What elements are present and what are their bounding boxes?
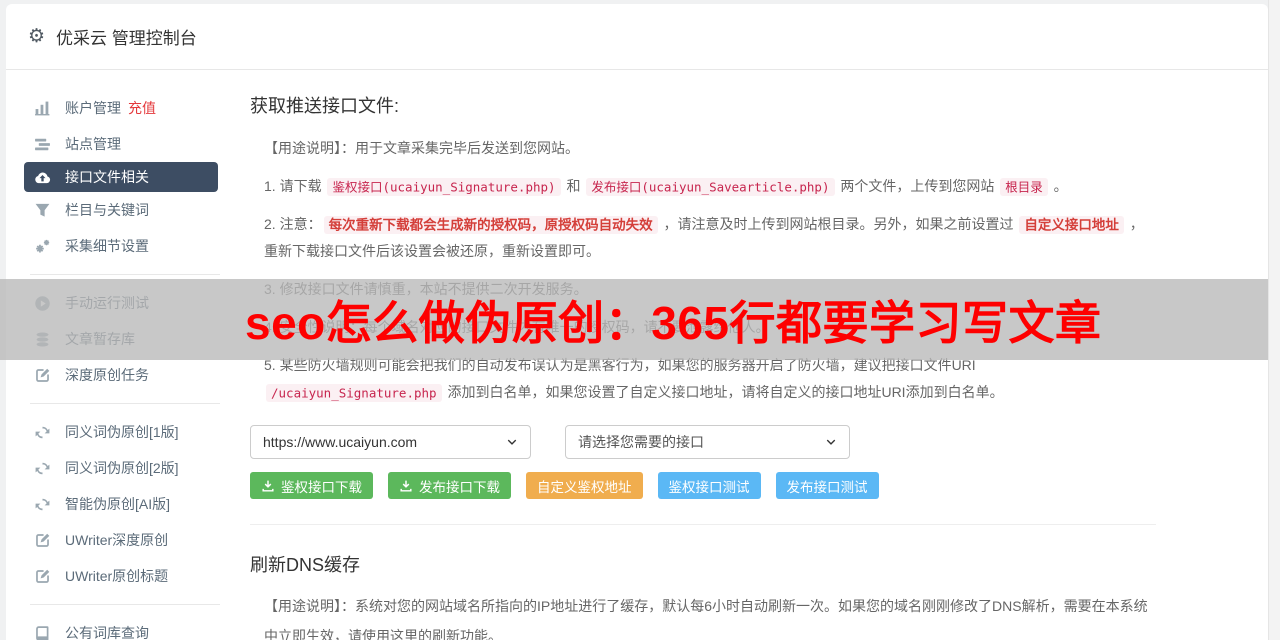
- custom-auth-address-button[interactable]: 自定义鉴权地址: [526, 472, 643, 499]
- book-icon: [34, 625, 51, 640]
- app-title: 优采云 管理控制台: [56, 29, 197, 48]
- auth-interface-download-button[interactable]: 鉴权接口下载: [250, 472, 373, 499]
- sidebar-item-label: 深度原创任务: [65, 367, 149, 383]
- button-label: 鉴权接口测试: [668, 479, 750, 495]
- step-1: 1. 请下载 鉴权接口(ucaiyun_Signature.php) 和 发布接…: [264, 177, 1068, 196]
- sidebar-item-账户管理[interactable]: 账户管理 充值: [6, 90, 246, 126]
- sidebar-item-label: 栏目与关键词: [65, 202, 149, 218]
- sidebar-item-栏目与关键词[interactable]: 栏目与关键词: [6, 192, 246, 228]
- chevron-down-icon: [506, 436, 518, 448]
- sidebar-item-同义词伪原创[2版][interactable]: 同义词伪原创[2版]: [6, 450, 246, 486]
- download-icon: [399, 479, 413, 493]
- edit-icon: [34, 532, 51, 549]
- step-5: 5. 某些防火墙规则可能会把我们的自动发布误认为是黑客行为，如果您的服务器开启了…: [264, 357, 1004, 402]
- sidebar-item-label: 同义词伪原创[2版]: [65, 460, 179, 476]
- sidebar-divider: [30, 403, 220, 404]
- publish-interface-test-button[interactable]: 发布接口测试: [775, 472, 879, 499]
- sidebar-item-接口文件相关[interactable]: 接口文件相关: [24, 162, 218, 192]
- refresh-icon: [34, 496, 51, 513]
- sidebar-item-label: 账户管理: [65, 100, 121, 116]
- cloud-upload-icon: [34, 169, 51, 186]
- interface-select-placeholder: 请选择您需要的接口: [578, 434, 704, 450]
- sidebar-divider: [30, 274, 220, 275]
- button-label: 发布接口测试: [786, 479, 868, 495]
- sidebar-item-UWriter深度原创[interactable]: UWriter深度原创: [6, 522, 246, 558]
- promo-banner-overlay: seo怎么做伪原创：365行都要学习写文章: [0, 279, 1268, 360]
- chevron-down-icon: [825, 436, 837, 448]
- sidebar-item-label: 智能伪原创[AI版]: [65, 496, 171, 512]
- promo-banner-text: seo怎么做伪原创：365行都要学习写文章: [245, 296, 1102, 349]
- step-2: 2. 注意： 每次重新下载都会生成新的授权码，原授权码自动失效 ，请注意及时上传到…: [264, 215, 1144, 259]
- sidebar-item-label: UWriter深度原创: [65, 532, 169, 548]
- button-label: 发布接口下载: [419, 479, 500, 495]
- cogs-icon: [34, 238, 51, 255]
- recharge-badge[interactable]: 充值: [128, 98, 156, 118]
- sidebar-item-站点管理[interactable]: 站点管理: [6, 126, 246, 162]
- button-label: 自定义鉴权地址: [537, 479, 632, 495]
- sidebar-item-label: 接口文件相关: [65, 169, 149, 185]
- bar-chart-icon: [34, 100, 51, 117]
- sidebar-item-公有词库查询[interactable]: 公有词库查询: [6, 615, 246, 640]
- push-usage-note: 【用途说明】：用于文章采集完毕后发送到您网站。: [264, 140, 579, 156]
- dns-section-title: 刷新DNS缓存: [250, 555, 361, 575]
- site-select-value: https://www.ucaiyun.com: [263, 434, 418, 450]
- sidebar-item-label: 采集细节设置: [65, 238, 149, 254]
- edit-icon: [34, 568, 51, 585]
- sidebar-item-同义词伪原创[1版][interactable]: 同义词伪原创[1版]: [6, 414, 246, 450]
- sidebar-item-智能伪原创[AI版][interactable]: 智能伪原创[AI版]: [6, 486, 246, 522]
- server-list-icon: [34, 136, 51, 153]
- auth-interface-test-button[interactable]: 鉴权接口测试: [657, 472, 761, 499]
- app-header: ⚙ 优采云 管理控制台: [6, 4, 1268, 70]
- button-row: 鉴权接口下载 发布接口下载 自定义鉴权地址 鉴权接口测试 发布接口测试: [250, 472, 1156, 499]
- sidebar-item-label: 公有词库查询: [65, 625, 149, 640]
- sidebar-item-深度原创任务[interactable]: 深度原创任务: [6, 357, 246, 393]
- publish-interface-download-button[interactable]: 发布接口下载: [388, 472, 511, 499]
- dns-usage-note: 【用途说明】：系统对您的网站域名所指向的IP地址进行了缓存，默认每6小时自动刷新…: [264, 598, 1148, 640]
- sidebar-item-label: 同义词伪原创[1版]: [65, 424, 179, 440]
- section-divider: [250, 524, 1156, 525]
- site-select[interactable]: https://www.ucaiyun.com: [250, 425, 531, 459]
- download-icon: [261, 479, 275, 493]
- edit-icon: [34, 367, 51, 384]
- sidebar-divider: [30, 604, 220, 605]
- filter-icon: [34, 202, 51, 219]
- gear-icon: ⚙: [28, 26, 46, 47]
- refresh-icon: [34, 424, 51, 441]
- button-label: 鉴权接口下载: [281, 479, 362, 495]
- refresh-icon: [34, 460, 51, 477]
- sidebar-item-label: 站点管理: [65, 136, 121, 152]
- sidebar-item-label: UWriter原创标题: [65, 568, 169, 584]
- sidebar-item-采集细节设置[interactable]: 采集细节设置: [6, 228, 246, 264]
- page-scrollbar[interactable]: [1268, 0, 1280, 640]
- push-section-title: 获取推送接口文件:: [250, 96, 400, 116]
- interface-select[interactable]: 请选择您需要的接口: [565, 425, 850, 459]
- sidebar-item-UWriter原创标题[interactable]: UWriter原创标题: [6, 558, 246, 594]
